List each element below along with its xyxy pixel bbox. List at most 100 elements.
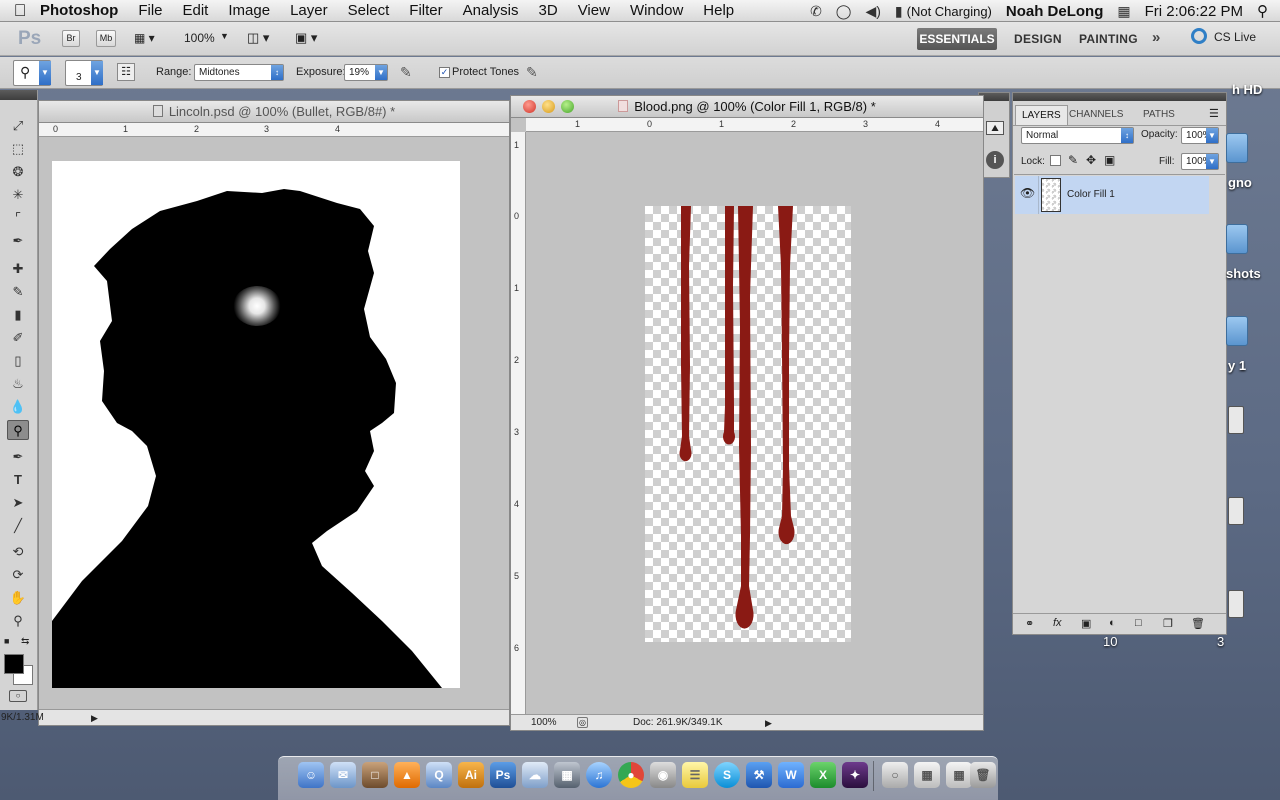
menu-layer[interactable]: Layer [290, 2, 328, 19]
delete-layer-icon[interactable]: 🗑 [1191, 617, 1205, 630]
menu-select[interactable]: Select [348, 2, 390, 19]
arrange-documents-icon[interactable]: ◫ ▾ [247, 30, 269, 46]
folder-icon[interactable] [1226, 224, 1248, 254]
lock-pixels-icon[interactable]: ✎ [1068, 153, 1078, 167]
fill-input[interactable]: 100% ▼ [1181, 153, 1219, 170]
zoom-status-icon[interactable]: ◎ [577, 717, 588, 728]
zoom-level-select[interactable]: 100% [184, 31, 215, 45]
tools-panel-header[interactable] [0, 90, 37, 100]
document-title-bar[interactable]: Blood.png @ 100% (Color Fill 1, RGB/8) * [511, 96, 983, 118]
status-menu-arrow-icon[interactable]: ▶ [91, 711, 98, 726]
document-title-bar[interactable]: Lincoln.psd @ 100% (Bullet, RGB/8#) * [39, 101, 509, 123]
menu-image[interactable]: Image [228, 2, 270, 19]
camera-icon[interactable]: ◉ [650, 762, 676, 788]
default-colors-icon[interactable]: ■ [4, 636, 9, 646]
battery-status[interactable]: (Not Charging) [907, 4, 992, 19]
view-extras-icon[interactable]: ▦ ▾ [134, 31, 155, 45]
illustrator-icon[interactable]: Ai [458, 762, 484, 788]
spotlight-search-icon[interactable]: ⚲ [1257, 2, 1268, 20]
stickies-icon[interactable]: ☰ [682, 762, 708, 788]
brush-size-picker[interactable]: 3 ▼ [65, 60, 103, 86]
documents-stack-icon[interactable]: ▦ [914, 762, 940, 788]
menu-3d[interactable]: 3D [539, 2, 558, 19]
menu-analysis[interactable]: Analysis [463, 2, 519, 19]
desktop-label-shots[interactable]: shots [1226, 266, 1261, 281]
info-panel-icon[interactable]: i [986, 151, 1004, 169]
workspace-design[interactable]: DESIGN [1014, 32, 1062, 46]
exposure-input[interactable]: 19% ▼ [344, 64, 388, 81]
clone-stamp-tool-icon[interactable]: ▮ [7, 305, 29, 325]
lasso-tool-icon[interactable]: ❂ [7, 162, 29, 182]
zoom-tool-icon[interactable]: ⚲ [7, 611, 29, 631]
photoshop-icon[interactable]: Ps [490, 762, 516, 788]
zoom-level-field[interactable]: 100% [531, 715, 557, 730]
imovie-icon[interactable]: ✦ [842, 762, 868, 788]
navigator-panel-icon[interactable]: ⛰ [986, 121, 1004, 135]
excel-icon[interactable]: X [810, 762, 836, 788]
menu-view[interactable]: View [578, 2, 610, 19]
close-window-icon[interactable] [523, 100, 536, 113]
folder-icon[interactable] [1226, 133, 1248, 163]
calendar-icon[interactable]: ▦ [1117, 3, 1130, 20]
drive-icon[interactable] [1228, 590, 1244, 618]
line-tool-icon[interactable]: ╱ [7, 516, 29, 536]
link-layers-icon[interactable]: ⚭ [1025, 617, 1034, 630]
new-layer-icon[interactable]: ❐ [1163, 617, 1173, 630]
adjustment-layer-icon[interactable]: ◐ [1109, 617, 1116, 629]
marquee-tool-icon[interactable]: ⬚ [7, 139, 29, 159]
lincoln-canvas[interactable] [52, 161, 460, 688]
skype-icon[interactable]: S [714, 762, 740, 788]
battery-icon[interactable]: ▮ [895, 3, 903, 20]
vertical-ruler[interactable]: 1 0 1 2 3 4 5 6 [511, 132, 526, 714]
layer-name[interactable]: Color Fill 1 [1067, 189, 1115, 200]
airbrush-icon[interactable]: ✎ [400, 64, 412, 81]
layers-panel-header[interactable] [1013, 93, 1226, 101]
desktop-label-3[interactable]: 3 [1217, 634, 1224, 649]
foreground-color-swatch[interactable] [4, 654, 24, 674]
blood-canvas[interactable] [645, 206, 851, 642]
chat-icon[interactable]: ◯ [836, 3, 852, 20]
tab-paths[interactable]: PATHS [1137, 105, 1181, 125]
menu-edit[interactable]: Edit [183, 2, 209, 19]
brush-tool-icon[interactable]: ✎ [7, 282, 29, 302]
quick-mask-icon[interactable]: ○ [9, 690, 27, 702]
3d-orbit-tool-icon[interactable]: ⟳ [7, 565, 29, 585]
mail-icon[interactable]: ✉ [330, 762, 356, 788]
type-tool-icon[interactable]: T [7, 470, 29, 490]
phone-icon[interactable]: ✆ [810, 3, 822, 20]
lock-position-icon[interactable]: ✥ [1086, 153, 1096, 167]
menu-file[interactable]: File [138, 2, 162, 19]
swap-colors-icon[interactable]: ⇆ [21, 636, 29, 647]
paint-bucket-tool-icon[interactable]: ♨ [7, 374, 29, 394]
minimize-window-icon[interactable] [542, 100, 555, 113]
apple-menu-icon[interactable]:  [0, 1, 40, 21]
drive-icon[interactable] [1228, 497, 1244, 525]
healing-brush-tool-icon[interactable]: ✚ [7, 259, 29, 279]
trash-icon[interactable]: 🗑 [970, 762, 996, 788]
layer-mask-icon[interactable]: ▣ [1081, 617, 1091, 630]
range-select[interactable]: Midtones ↕ [194, 64, 284, 81]
zoom-dropdown-icon[interactable]: ▼ [220, 31, 229, 41]
bridge-button[interactable]: Br [62, 30, 80, 47]
layer-style-icon[interactable]: fx [1053, 617, 1062, 629]
chrome-icon[interactable]: ● [618, 762, 644, 788]
photo-browser-icon[interactable]: ▦ [554, 762, 580, 788]
crop-tool-icon[interactable]: ⌜ [7, 208, 29, 228]
downloads-stack-icon[interactable]: ○ [882, 762, 908, 788]
desktop-label-y1[interactable]: y 1 [1228, 358, 1246, 373]
layer-thumbnail[interactable] [1041, 178, 1061, 212]
desktop-label-gno[interactable]: gno [1228, 175, 1252, 190]
lock-all-icon[interactable]: ▣ [1104, 153, 1115, 167]
blend-mode-select[interactable]: Normal ↕ [1021, 127, 1134, 144]
hand-tool-icon[interactable]: ✋ [7, 588, 29, 608]
history-brush-tool-icon[interactable]: ✐ [7, 328, 29, 348]
finder-icon[interactable]: ☺ [298, 762, 324, 788]
new-group-icon[interactable]: □ [1135, 617, 1142, 629]
horizontal-ruler[interactable]: 1 0 1 2 3 4 [526, 118, 983, 132]
zoom-window-icon[interactable] [561, 100, 574, 113]
quick-selection-tool-icon[interactable]: ✳ [7, 185, 29, 205]
lock-transparency-icon[interactable] [1050, 155, 1061, 166]
panel-menu-icon[interactable]: ☰ [1209, 107, 1219, 120]
visibility-eye-icon[interactable]: 👁 [1020, 186, 1035, 200]
quicktime-icon[interactable]: Q [426, 762, 452, 788]
